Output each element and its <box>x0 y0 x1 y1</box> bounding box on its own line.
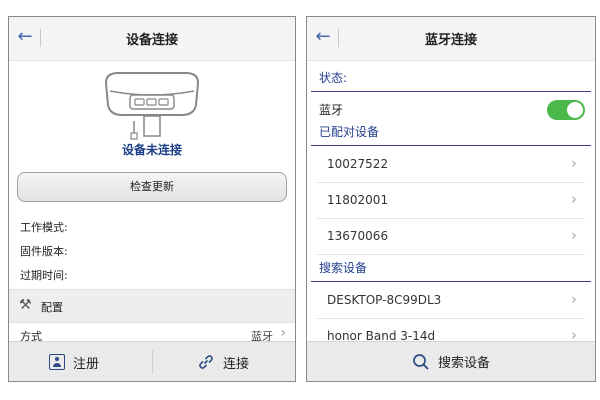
chevron-right-icon: › <box>571 290 577 308</box>
connection-mode-row[interactable]: 方式 蓝牙 › <box>9 323 295 343</box>
bluetooth-row: 蓝牙 <box>307 97 595 120</box>
device-status-text: 设备未连接 <box>121 143 182 157</box>
section-divider <box>311 281 591 282</box>
magnifier-icon <box>413 353 429 370</box>
chevron-right-icon: › <box>571 226 577 244</box>
bottom-action-bar: 注册 连接 <box>9 341 295 381</box>
work-mode-label: 工作模式: <box>20 221 68 234</box>
top-bar: ← 蓝牙连接 <box>307 17 595 61</box>
chevron-right-icon: › <box>571 190 577 208</box>
connect-label: 连接 <box>223 356 250 372</box>
device-name: DESKTOP-8C99DL3 <box>327 293 442 307</box>
expiry-time-label: 过期时间: <box>20 269 68 282</box>
search-button-label: 搜索设备 <box>437 356 490 371</box>
search-devices-button[interactable]: 搜索设备 <box>307 341 595 381</box>
toggle-knob <box>567 102 583 118</box>
check-update-button[interactable]: 检查更新 <box>17 172 287 202</box>
chevron-right-icon: › <box>280 325 286 341</box>
device-name: 13670066 <box>327 229 389 243</box>
page-title: 设备连接 <box>125 33 178 48</box>
config-section-header: ⚒ 配置 <box>9 289 295 323</box>
chevron-right-icon: › <box>571 154 577 172</box>
section-divider <box>311 145 591 146</box>
top-bar: ← 设备连接 <box>9 17 295 61</box>
paired-devices-title: 已配对设备 <box>319 125 380 139</box>
link-icon <box>199 355 213 369</box>
register-button[interactable]: 注册 <box>49 342 100 381</box>
paired-device-item[interactable]: 10027522 › <box>317 147 585 183</box>
paired-device-item[interactable]: 13670066 › <box>317 219 585 255</box>
status-section-title: 状态: <box>319 71 348 85</box>
divider <box>152 350 153 374</box>
register-label: 注册 <box>73 356 100 372</box>
tools-icon: ⚒ <box>19 297 32 313</box>
firmware-version-label: 固件版本: <box>20 245 68 258</box>
device-connection-screen: ← 设备连接 设备未连接 检查更新 工作模式: 固件版本: 过期时间: ⚒ 配置… <box>8 16 296 382</box>
device-name: 11802001 <box>327 193 389 207</box>
connect-button[interactable]: 连接 <box>197 342 250 381</box>
id-card-icon <box>49 354 65 370</box>
page-title: 蓝牙连接 <box>424 33 477 48</box>
paired-device-item[interactable]: 11802001 › <box>317 183 585 219</box>
section-divider <box>311 91 591 92</box>
search-devices-title: 搜索设备 <box>319 261 368 275</box>
bluetooth-connection-screen: ← 蓝牙连接 状态: 蓝牙 已配对设备 10027522 › 11802001 … <box>306 16 596 382</box>
bluetooth-label: 蓝牙 <box>319 103 344 117</box>
config-label: 配置 <box>41 301 63 314</box>
found-device-item[interactable]: DESKTOP-8C99DL3 › <box>317 283 585 319</box>
bluetooth-toggle[interactable] <box>547 100 585 120</box>
device-name: 10027522 <box>327 157 389 171</box>
